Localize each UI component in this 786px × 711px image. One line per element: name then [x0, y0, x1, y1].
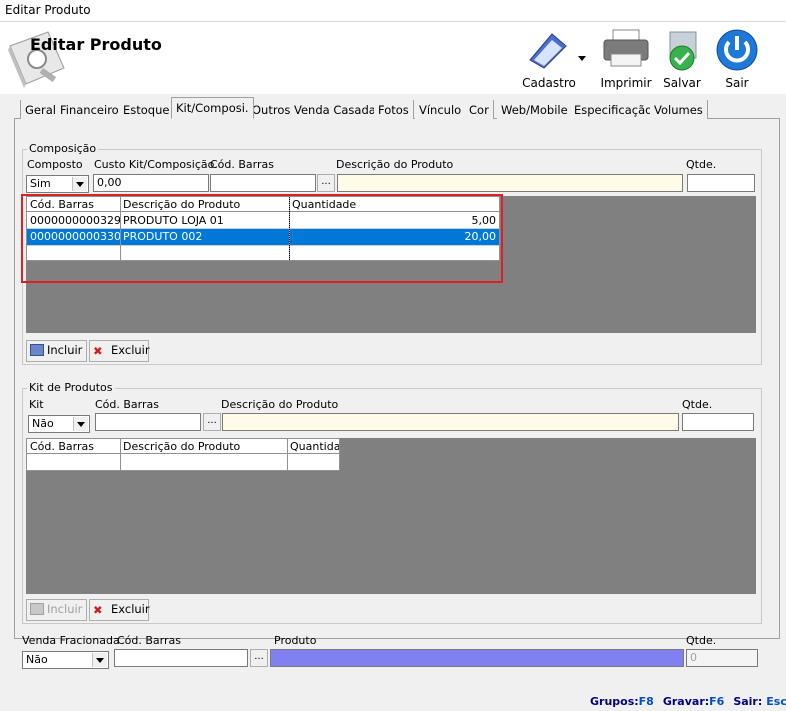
composto-label: Composto	[27, 158, 83, 171]
venda-cod-barras-label: Cód. Barras	[117, 634, 181, 647]
kit-qtde-input[interactable]	[682, 413, 754, 431]
qtde-label: Qtde.	[686, 158, 717, 171]
salvar-label: Salvar	[663, 76, 701, 90]
window-title: Editar Produto	[5, 3, 91, 17]
kit-value: Não	[32, 417, 54, 430]
kit-cod-barras-input[interactable]	[95, 413, 201, 431]
qtde-input[interactable]	[687, 174, 755, 192]
tab-financeiro[interactable]: Financeiro	[56, 100, 124, 119]
column-header-cod-barras[interactable]: Cód. Barras	[27, 439, 120, 455]
tab-venda-casada[interactable]: Venda Casada	[290, 100, 381, 119]
status-bar: Grupos:F8 Gravar:F6 Sair: Esc	[590, 695, 786, 708]
cod-barras-label: Cód. Barras	[210, 158, 274, 171]
tab-fotos[interactable]: Fotos	[374, 100, 414, 119]
composicao-group-title: Composição	[27, 142, 99, 155]
composto-value: Sim	[30, 177, 51, 190]
delete-icon: ✖	[93, 344, 103, 358]
venda-qtde-label: Qtde.	[686, 634, 717, 647]
delete-icon: ✖	[93, 603, 103, 617]
tab-volumes[interactable]: Volumes	[650, 100, 708, 119]
venda-fracionada-value: Não	[26, 653, 48, 666]
power-icon	[716, 29, 758, 71]
tab-especificacao[interactable]: Especificação	[570, 100, 658, 119]
page-title: Editar Produto	[30, 35, 162, 54]
descricao-input[interactable]	[337, 174, 683, 192]
incluir-label: Incluir	[47, 343, 83, 357]
sair-label: Sair:	[733, 695, 763, 708]
venda-cod-barras-input[interactable]	[114, 649, 248, 667]
composicao-incluir-button[interactable]: Incluir	[26, 340, 87, 362]
cadastro-label: Cadastro	[522, 76, 576, 90]
composto-select[interactable]: Sim	[26, 175, 89, 193]
incluir-label: Incluir	[47, 602, 83, 616]
produto-label: Produto	[274, 634, 317, 647]
descricao-label: Descrição do Produto	[336, 158, 454, 171]
kit-excluir-button[interactable]: ✖ Excluir	[89, 599, 150, 621]
grid-separator	[287, 439, 288, 470]
chevron-down-icon	[578, 56, 586, 61]
chevron-down-icon	[73, 417, 88, 431]
gravar-key: F6	[709, 695, 725, 708]
venda-qtde-input[interactable]: 0	[686, 649, 758, 667]
custo-input[interactable]: 0,00	[93, 174, 209, 192]
column-header-descricao[interactable]: Descrição do Produto	[120, 439, 287, 455]
add-icon	[30, 344, 44, 356]
kit-incluir-button[interactable]: Incluir	[26, 599, 87, 621]
kit-descricao-label: Descrição do Produto	[221, 398, 339, 411]
kit-cod-barras-label: Cód. Barras	[95, 398, 159, 411]
add-icon	[30, 603, 44, 615]
imprimir-label: Imprimir	[600, 76, 652, 90]
kit-qtde-label: Qtde.	[682, 398, 713, 411]
composicao-excluir-button[interactable]: ✖ Excluir	[89, 340, 150, 362]
window-titlebar: Editar Produto	[0, 0, 786, 22]
sair-key: Esc	[766, 695, 786, 708]
venda-fracionada-label: Venda Fracionada	[22, 634, 120, 647]
kit-label: Kit	[29, 398, 44, 411]
tab-kit-composicao[interactable]: Kit/Composi.	[171, 97, 254, 119]
printer-icon	[603, 29, 649, 67]
cadastro-button[interactable]: Cadastro	[520, 28, 590, 90]
kit-grid[interactable]: Cód. Barras Descrição do Produto Quantid…	[26, 438, 340, 471]
imprimir-button[interactable]: Imprimir	[598, 28, 654, 90]
gravar-label: Gravar:	[662, 695, 710, 708]
column-header-quantidade[interactable]: Quantidade	[287, 439, 339, 455]
chevron-down-icon	[72, 177, 87, 191]
tab-estoque[interactable]: Estoque	[119, 100, 175, 119]
tab-geral[interactable]: Geral	[20, 100, 61, 119]
grupos-label: Grupos:	[590, 695, 639, 708]
excluir-label: Excluir	[111, 602, 150, 616]
tab-outros[interactable]: Outros	[248, 100, 296, 119]
search-product-button[interactable]: ...	[317, 174, 335, 192]
save-check-icon	[669, 31, 697, 71]
tab-cor[interactable]: Cor	[465, 100, 494, 119]
kit-group-title: Kit de Produtos	[27, 381, 115, 394]
chevron-down-icon	[92, 653, 107, 667]
grupos-key: F8	[638, 695, 654, 708]
venda-fracionada-select[interactable]: Não	[22, 651, 109, 669]
sair-label: Sair	[725, 76, 749, 90]
sair-button[interactable]: Sair	[710, 28, 764, 90]
tab-web-mobile[interactable]: Web/Mobile	[497, 100, 573, 119]
cadastro-icon	[529, 33, 567, 69]
venda-search-product-button[interactable]: ...	[250, 649, 268, 667]
produto-input[interactable]	[270, 649, 684, 667]
kit-select[interactable]: Não	[28, 415, 90, 433]
cod-barras-input[interactable]	[210, 174, 316, 192]
kit-descricao-input[interactable]	[222, 413, 679, 431]
tab-vinculo[interactable]: Vínculo	[415, 100, 467, 119]
excluir-label: Excluir	[111, 343, 150, 357]
highlight-box	[21, 194, 503, 283]
kit-search-product-button[interactable]: ...	[203, 413, 221, 431]
salvar-button[interactable]: Salvar	[656, 28, 708, 90]
custo-label: Custo Kit/Composição	[94, 158, 215, 171]
grid-separator	[120, 439, 121, 470]
